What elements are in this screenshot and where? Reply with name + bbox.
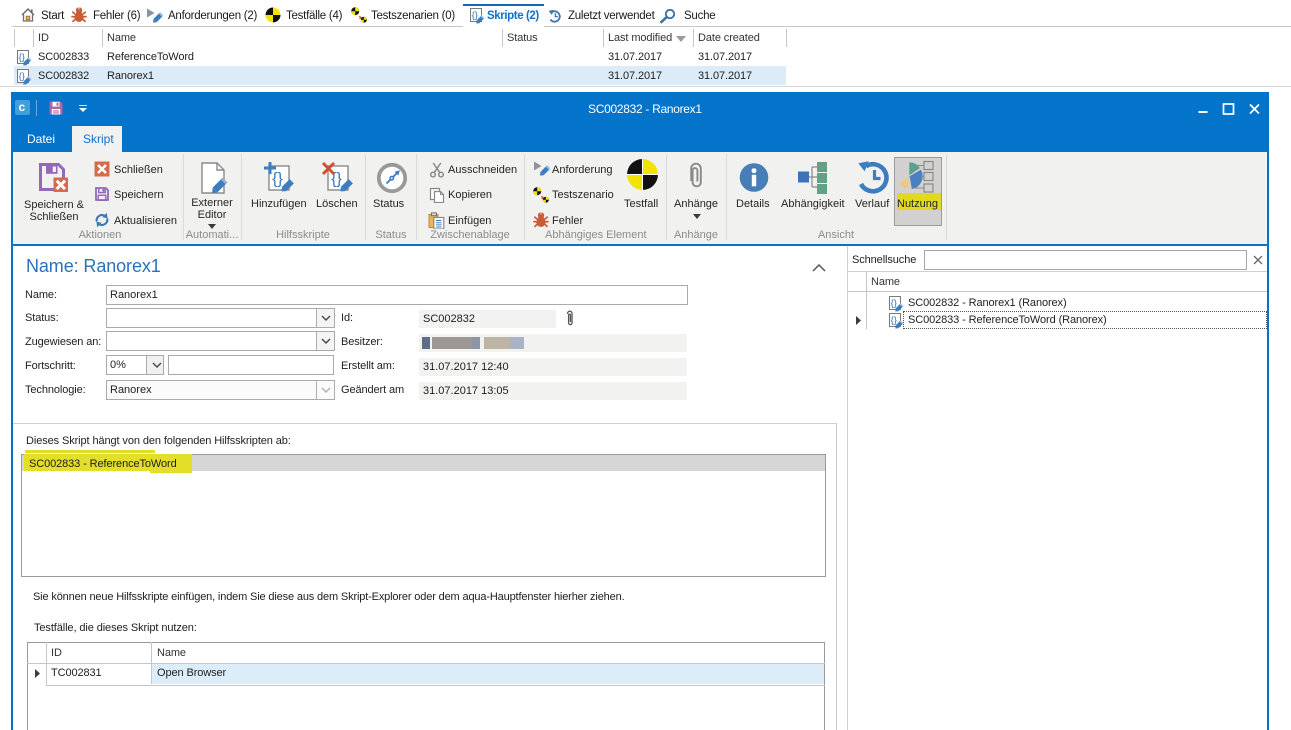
svg-text:{}: {} <box>272 171 283 188</box>
svg-text:{}: {} <box>19 52 25 63</box>
svg-text:{}: {} <box>19 71 25 82</box>
svg-text:{}: {} <box>891 315 897 326</box>
svg-text:{}: {} <box>891 298 897 309</box>
svg-text:{}: {} <box>472 10 478 21</box>
